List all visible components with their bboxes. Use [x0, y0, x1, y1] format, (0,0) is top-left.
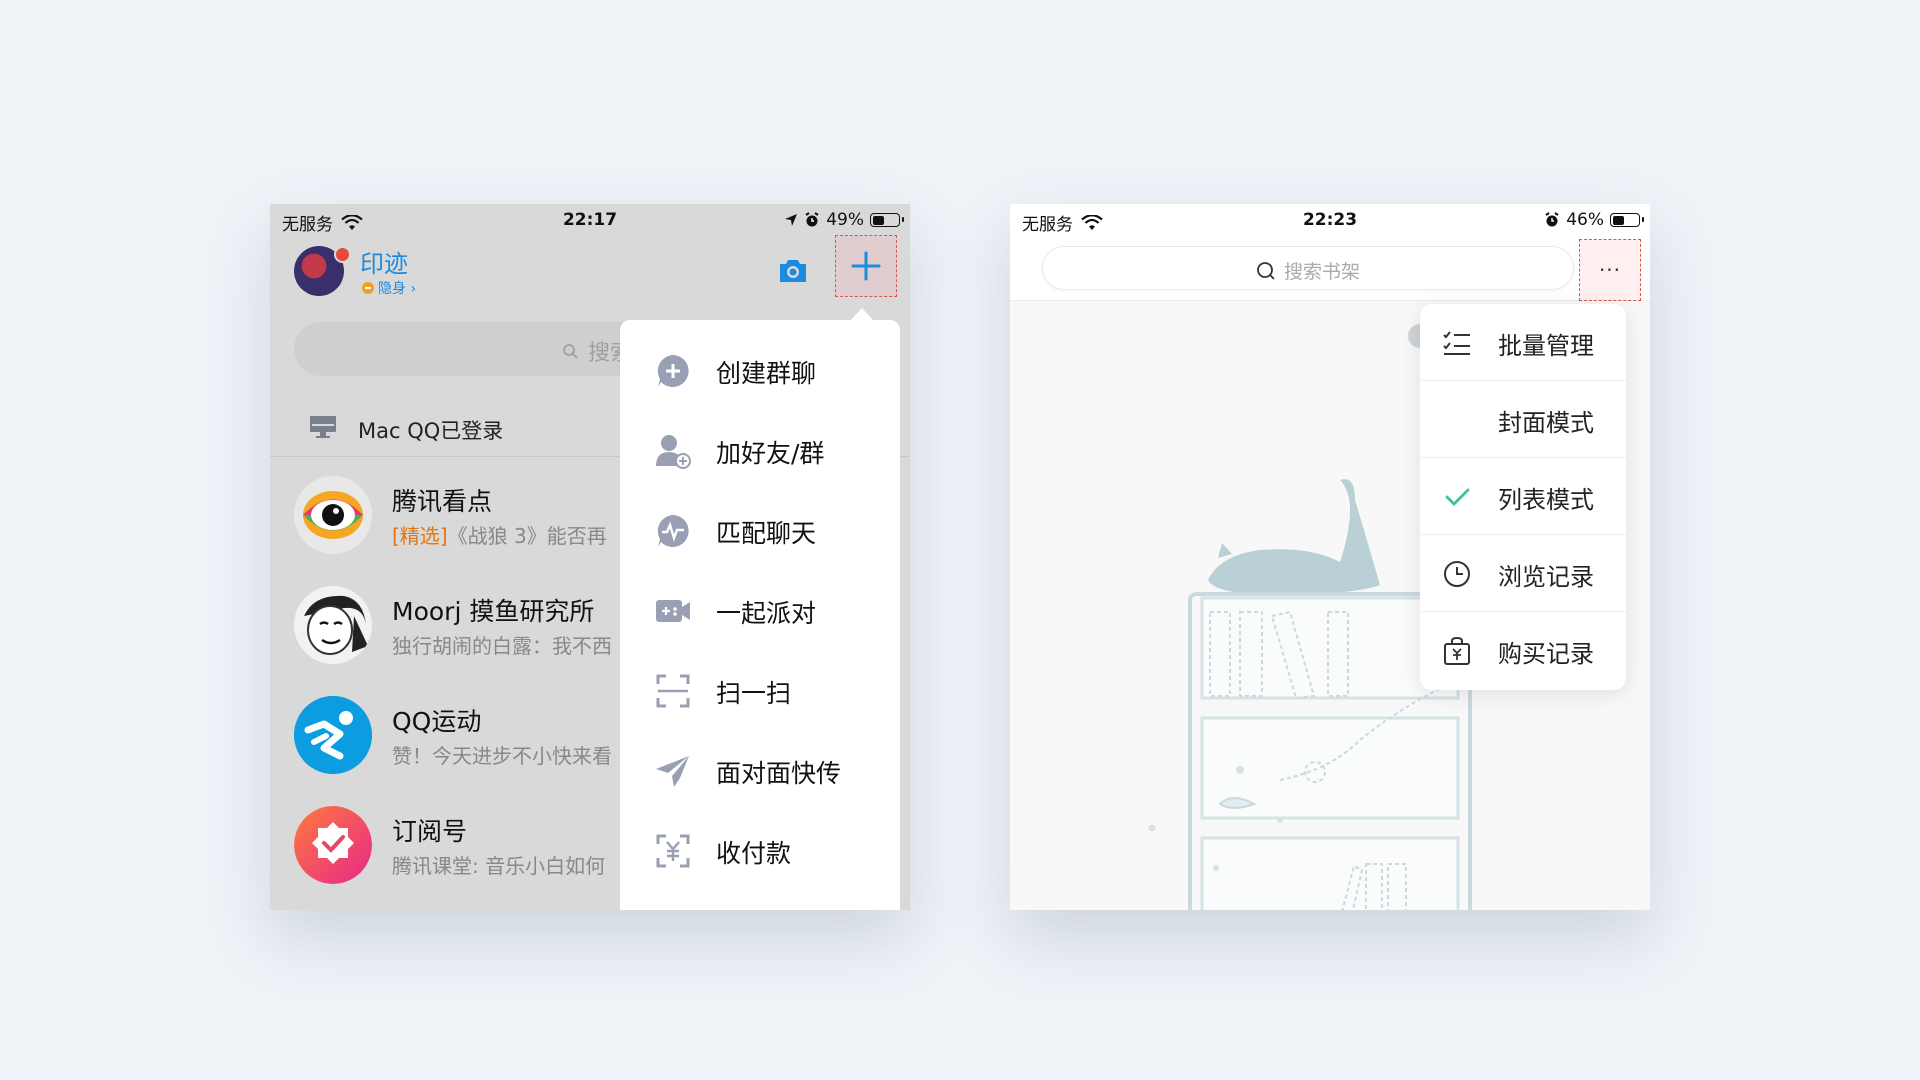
- runner-logo-icon: [294, 696, 372, 774]
- battery-percent: 49%: [826, 210, 864, 230]
- chat-preview: 独行胡闹的白露：我不西: [392, 634, 612, 658]
- menu-item-label: 面对面快传: [716, 759, 842, 788]
- search-placeholder: 搜索书架: [1283, 261, 1360, 283]
- qq-phone-screen: 无服务 22:17 49% 印迹 隐身 › 搜索 Mac QQ已登录 腾讯看点 …: [270, 204, 910, 910]
- bookshelf-phone-screen: 无服务 22:23 46% 搜索书架 ··· 批量管理 封面模式 列表模式 浏览…: [1010, 204, 1650, 910]
- invisible-status-icon: [362, 282, 374, 294]
- add-friend-icon: [656, 435, 691, 469]
- battery-percent: 46%: [1566, 210, 1604, 230]
- more-options-button[interactable]: ···: [1579, 239, 1641, 301]
- menu-item-match-chat[interactable]: 匹配聊天: [620, 490, 900, 570]
- menu-item-batch-manage[interactable]: 批量管理: [1420, 304, 1626, 381]
- status-bar: 无服务 22:23 46%: [1010, 204, 1650, 236]
- chat-avatar-qq-sport: [294, 696, 372, 774]
- checklist-icon: [1443, 331, 1470, 355]
- menu-item-label: 加好友/群: [716, 439, 825, 468]
- chat-avatar-subscription: [294, 806, 372, 884]
- chat-preview-text: 《战狼 3》能否再: [447, 524, 607, 548]
- menu-item-cover-mode[interactable]: 封面模式: [1420, 381, 1626, 458]
- location-arrow-icon: [785, 214, 798, 226]
- menu-item-label: 扫一扫: [716, 679, 792, 708]
- chat-avatar-moorj: [294, 586, 372, 664]
- plus-icon: [851, 251, 881, 281]
- chat-preview: [精选]《战狼 3》能否再: [392, 520, 607, 549]
- chat-title: QQ运动: [392, 707, 482, 736]
- chat-title: Moorj 摸鱼研究所: [392, 597, 595, 626]
- more-options-menu: 批量管理 封面模式 列表模式 浏览记录 购买记录: [1420, 304, 1626, 690]
- menu-item-face-to-face[interactable]: 面对面快传: [620, 730, 900, 810]
- alarm-icon: [1545, 212, 1559, 227]
- menu-item-party[interactable]: 一起派对: [620, 570, 900, 650]
- battery-icon: [870, 213, 904, 227]
- menu-item-purchase-history[interactable]: 购买记录: [1420, 612, 1626, 689]
- menu-item-label: 批量管理: [1498, 332, 1594, 360]
- eye-logo-icon: [294, 476, 372, 554]
- menu-item-label: 匹配聊天: [716, 519, 817, 548]
- more-dots-icon: ···: [1598, 258, 1622, 282]
- paper-plane-icon: [656, 756, 689, 787]
- bookshelf-header: 搜索书架: [1010, 236, 1650, 301]
- qq-header: 印迹 隐身 ›: [270, 236, 910, 300]
- bookshelf-search-bar[interactable]: 搜索书架: [1042, 246, 1574, 290]
- menu-item-add-friend[interactable]: 加好友/群: [620, 410, 900, 490]
- chat-preview: 赞！今天进步不小快来看: [392, 744, 612, 768]
- menu-item-create-group[interactable]: 创建群聊: [620, 330, 900, 410]
- menu-item-label: 收付款: [716, 839, 792, 868]
- chat-avatar-kandian: [294, 476, 372, 554]
- online-status[interactable]: 隐身 ›: [362, 278, 416, 298]
- battery-icon: [1610, 213, 1644, 227]
- chat-title: 腾讯看点: [392, 487, 493, 516]
- chat-preview: 腾讯课堂: 音乐小白如何: [392, 854, 606, 878]
- plus-dropdown-menu: 创建群聊 加好友/群 匹配聊天 一起派对 扫一扫 面对面快传 收付款: [620, 320, 900, 910]
- menu-item-browse-history[interactable]: 浏览记录: [1420, 535, 1626, 612]
- plus-button[interactable]: [835, 235, 897, 297]
- payment-icon: [656, 834, 690, 868]
- chat-title: 订阅号: [392, 817, 468, 846]
- camera-icon[interactable]: [776, 254, 810, 288]
- monitor-icon: [310, 416, 336, 438]
- add-circle-icon: [657, 355, 689, 387]
- status-bar: 无服务 22:17 49%: [270, 204, 910, 236]
- check-icon: [1445, 488, 1470, 506]
- my-nickname[interactable]: 印迹: [360, 244, 408, 279]
- search-icon: [563, 344, 578, 359]
- alarm-icon: [805, 212, 819, 227]
- match-chat-icon: [657, 515, 689, 547]
- chat-tag: [精选]: [392, 524, 448, 548]
- purchase-bag-icon: [1444, 636, 1470, 665]
- badge-check-icon: [294, 806, 372, 884]
- party-icon: [656, 600, 690, 622]
- menu-item-list-mode[interactable]: 列表模式: [1420, 458, 1626, 535]
- menu-item-label: 列表模式: [1498, 486, 1594, 514]
- clock-icon: [1444, 561, 1470, 587]
- scan-icon: [656, 674, 690, 708]
- menu-item-label: 一起派对: [716, 599, 817, 628]
- menu-item-label: 封面模式: [1498, 409, 1594, 437]
- notification-dot: [334, 246, 351, 263]
- device-login-text: Mac QQ已登录: [358, 419, 504, 443]
- menu-item-label: 购买记录: [1498, 640, 1594, 668]
- menu-item-label: 创建群聊: [716, 359, 817, 388]
- search-icon: [1257, 261, 1275, 280]
- meme-face-icon: [294, 586, 372, 664]
- menu-item-scan[interactable]: 扫一扫: [620, 650, 900, 730]
- online-status-label: 隐身 ›: [378, 281, 417, 297]
- menu-item-payment[interactable]: 收付款: [620, 810, 900, 890]
- menu-item-label: 浏览记录: [1498, 563, 1594, 591]
